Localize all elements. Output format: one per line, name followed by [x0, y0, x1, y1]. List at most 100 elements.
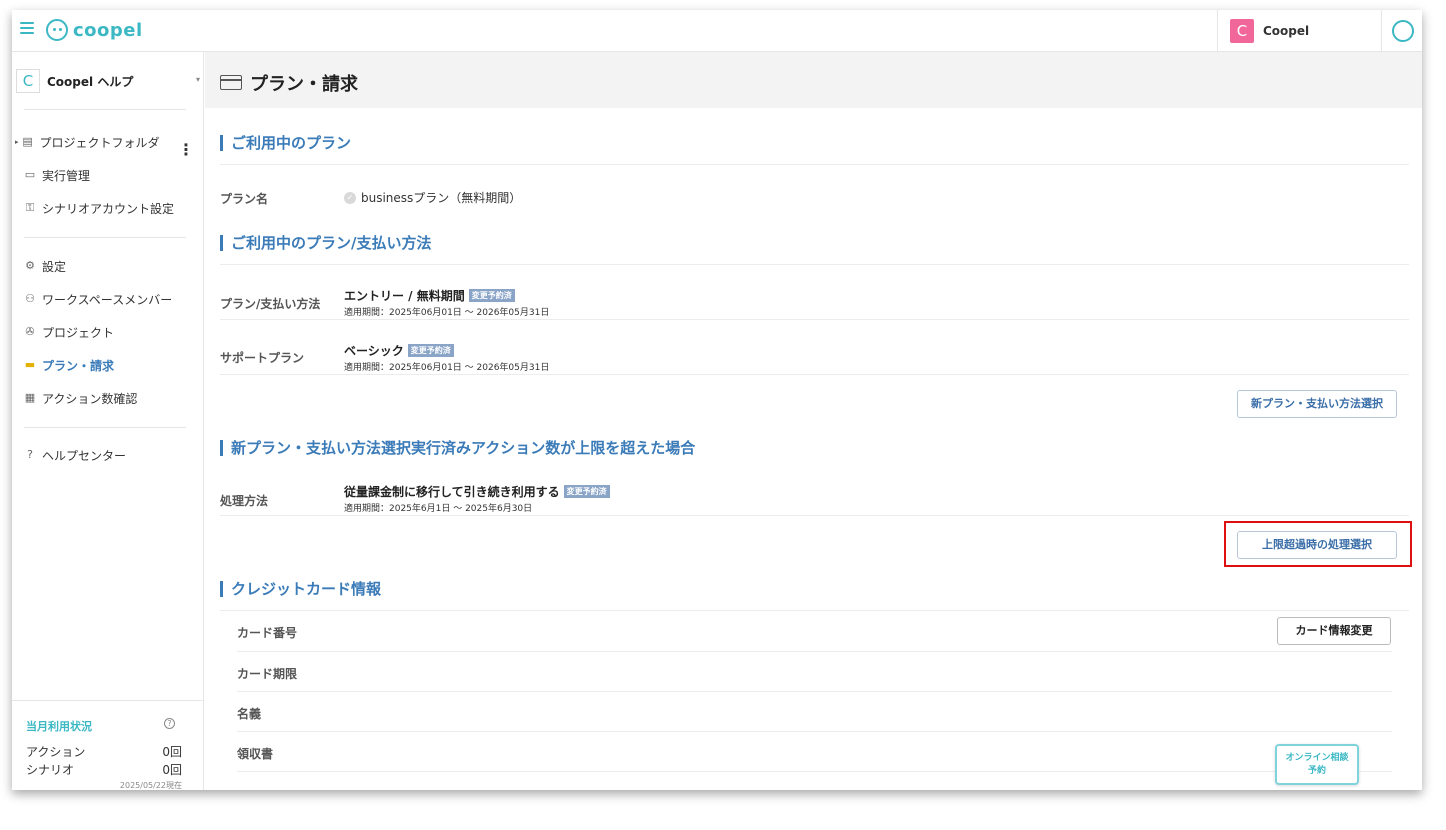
folder-icon: ▤: [22, 135, 33, 148]
people-icon: ⚇: [25, 292, 35, 305]
usage-date: 2025/05/22現在: [119, 781, 182, 790]
payment-method-text: エントリー / 無料期間: [344, 289, 465, 303]
usage-row: アクション 0回: [26, 743, 182, 760]
row-divider: [237, 691, 1392, 692]
status-badge: 変更予約済: [563, 485, 610, 498]
sidebar-item-label: 設定: [42, 259, 67, 274]
question-icon[interactable]: ?: [164, 718, 175, 729]
support-plan-label: サポートプラン: [220, 351, 305, 365]
workspace-avatar[interactable]: C: [1230, 19, 1254, 43]
sidebar-item-members[interactable]: ⚇ ワークスペースメンバー: [24, 288, 172, 310]
logo-text: coopel: [73, 19, 143, 41]
logo-face-icon: [46, 19, 68, 41]
change-card-button[interactable]: カード情報変更: [1277, 617, 1391, 645]
assistant-face-icon[interactable]: [1392, 20, 1414, 42]
app-logo[interactable]: coopel: [46, 19, 143, 41]
main-content: プラン・請求 ご利用中のプラン プラン名 ✓ businessプラン（無料期間）…: [205, 52, 1422, 790]
support-plan-text: ベーシック: [344, 344, 404, 358]
processing-method-label: 処理方法: [220, 494, 269, 508]
sidebar-item-plan-billing[interactable]: ▬ プラン・請求: [24, 354, 114, 376]
sidebar: C Coopel ヘルプ ▾ ▸ ▤ プロジェクトフォルダ ⋮ ▭ 実行管理 ⚿…: [12, 52, 204, 790]
payment-method-period: 適用期間：2025年06月01日 〜 2026年05月31日: [344, 308, 550, 318]
sidebar-item-label: アクション数確認: [42, 391, 138, 406]
more-options-icon[interactable]: ⋮: [178, 142, 194, 158]
receipt-label: 領収書: [237, 747, 274, 761]
sidebar-item-label: 実行管理: [42, 168, 91, 183]
support-plan-value: ベーシック 変更予約済: [344, 342, 454, 359]
section-title-credit-card: クレジットカード情報: [220, 581, 381, 597]
select-new-plan-button[interactable]: 新プラン・支払い方法選択: [1237, 390, 1397, 418]
chevron-down-icon: ▾: [195, 75, 200, 84]
processing-method-period: 適用期間：2025年6月1日 〜 2025年6月30日: [344, 504, 533, 514]
section-title-overage: 新プラン・支払い方法選択実行済みアクション数が上限を超えた場合: [220, 440, 695, 456]
sidebar-divider: [24, 237, 186, 238]
status-badge: 変更予約済: [407, 344, 454, 357]
sidebar-item-scenario-account[interactable]: ⚿ シナリオアカウント設定: [24, 197, 174, 219]
sidebar-item-project-folder[interactable]: ▸ ▤ プロジェクトフォルダ: [15, 131, 160, 153]
row-divider: [220, 264, 1409, 265]
row-divider: [220, 374, 1409, 375]
payment-method-label: プラン/支払い方法: [220, 297, 321, 311]
top-bar: coopel C Coopel: [12, 10, 1422, 52]
sidebar-item-label: プラン・請求: [42, 358, 115, 373]
topbar-divider: [1381, 10, 1382, 52]
processing-method-text: 従量課金制に移行して引き続き利用する: [344, 485, 560, 499]
credit-card-icon: [220, 75, 242, 90]
row-divider: [237, 771, 1392, 772]
usage-value: 0回: [162, 763, 182, 777]
usage-value: 0回: [162, 745, 182, 759]
card-holder-label: 名義: [237, 707, 262, 721]
sidebar-item-label: シナリオアカウント設定: [42, 201, 175, 216]
workspace-name[interactable]: Coopel: [1263, 24, 1309, 38]
account-lock-icon: ⚿: [25, 201, 35, 214]
sidebar-item-label: プロジェクトフォルダ: [39, 135, 160, 150]
row-divider: [220, 319, 1409, 320]
project-icon: ✇: [25, 325, 35, 338]
payment-method-value: エントリー / 無料期間 変更予約済: [344, 287, 515, 304]
online-consultation-button[interactable]: オンライン相談 予約: [1275, 744, 1359, 785]
caret-right-icon[interactable]: ▸: [15, 138, 19, 146]
section-title-payment: ご利用中のプラン/支払い方法: [220, 235, 431, 251]
sidebar-item-execution[interactable]: ▭ 実行管理: [24, 164, 90, 186]
plan-name-label: プラン名: [220, 192, 269, 206]
page-header: プラン・請求: [205, 52, 1422, 108]
sidebar-item-label: ヘルプセンター: [42, 448, 127, 463]
sidebar-divider: [24, 427, 186, 428]
topbar-divider: [1217, 10, 1218, 52]
window-icon: ▭: [24, 168, 36, 181]
row-divider: [237, 731, 1392, 732]
check-icon: ✓: [344, 191, 356, 204]
usage-row: シナリオ 0回: [26, 761, 182, 778]
row-divider: [237, 651, 1392, 652]
sidebar-item-settings[interactable]: ⚙ 設定: [24, 255, 66, 277]
processing-method-value: 従量課金制に移行して引き続き利用する 変更予約済: [344, 483, 610, 500]
card-number-label: カード番号: [237, 626, 298, 640]
workspace-selector[interactable]: C Coopel ヘルプ ▾: [16, 69, 200, 93]
card-expiry-label: カード期限: [237, 667, 298, 681]
row-divider: [220, 515, 1409, 516]
plan-name-text: businessプラン（無料期間）: [361, 191, 522, 205]
usage-panel: 当月利用状況 ? アクション 0回 シナリオ 0回 2025/05/22現在: [12, 700, 204, 790]
app-window: coopel C Coopel C Coopel ヘルプ ▾ ▸ ▤ プロジェク…: [12, 10, 1422, 790]
support-plan-period: 適用期間：2025年06月01日 〜 2026年05月31日: [344, 363, 550, 373]
page-title: プラン・請求: [250, 74, 358, 95]
help-icon: ?: [27, 448, 33, 461]
status-badge: 変更予約済: [468, 289, 515, 302]
section-title-current-plan: ご利用中のプラン: [220, 135, 351, 151]
card-icon: ▬: [24, 358, 36, 371]
usage-title: 当月利用状況: [26, 720, 92, 733]
sidebar-item-help-center[interactable]: ? ヘルプセンター: [24, 444, 126, 466]
workspace-title: Coopel ヘルプ: [47, 75, 134, 89]
highlight-annotation: [1224, 521, 1412, 567]
usage-label: アクション: [26, 745, 86, 759]
usage-label: シナリオ: [26, 763, 75, 777]
plan-name-value: ✓ businessプラン（無料期間）: [344, 189, 521, 206]
sidebar-item-label: ワークスペースメンバー: [42, 292, 173, 307]
sidebar-item-action-count[interactable]: ▦ アクション数確認: [24, 387, 138, 409]
sidebar-item-project[interactable]: ✇ プロジェクト: [24, 321, 114, 343]
hamburger-menu-icon[interactable]: [20, 22, 34, 34]
row-divider: [220, 610, 1409, 611]
workspace-initial-badge: C: [16, 69, 40, 93]
calendar-icon: ▦: [24, 391, 36, 404]
sidebar-divider: [24, 109, 186, 110]
